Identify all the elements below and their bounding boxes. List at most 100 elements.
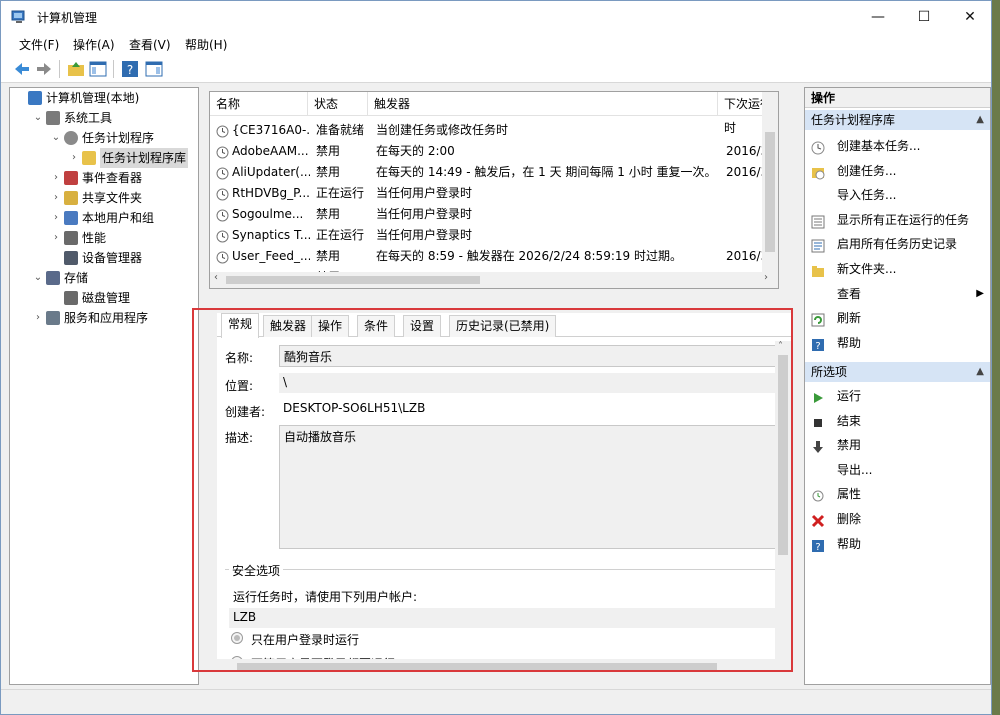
tree-item-label: 存储	[64, 271, 89, 285]
expanded-arrow-icon[interactable]: ⌄	[32, 108, 44, 128]
collapse-arrow-icon[interactable]: ▲	[976, 110, 984, 130]
action-item[interactable]: 创建任务...	[805, 159, 990, 183]
task-row[interactable]: {CE3716A0-... 准备就绪 当创建任务或修改任务时	[210, 120, 776, 141]
action-item-label: 属性	[837, 487, 862, 502]
tab-history[interactable]: 历史记录(已禁用)	[449, 315, 557, 337]
section-selected-item[interactable]: 所选项 ▲	[805, 362, 990, 382]
collapsed-arrow-icon[interactable]: ›	[50, 228, 62, 248]
action-item[interactable]: 创建基本任务...	[805, 134, 990, 158]
help-icon[interactable]: ?	[121, 60, 139, 78]
location-field[interactable]: \	[279, 373, 777, 393]
task-status-cell: 禁用	[316, 249, 341, 263]
task-row[interactable]: Sogoulme... 禁用 当任何用户登录时	[210, 204, 776, 225]
collapsed-arrow-icon[interactable]: ›	[32, 308, 44, 328]
menu-help[interactable]: 帮助(H)	[185, 36, 227, 53]
task-list-vertical-scrollbar[interactable]	[762, 92, 778, 272]
collapsed-arrow-icon[interactable]: ›	[50, 208, 62, 228]
task-row[interactable]: Synaptics T... 正在运行 当任何用户登录时	[210, 225, 776, 246]
radio-logged-on-only[interactable]	[231, 632, 243, 644]
tree-item[interactable]: › 事件查看器	[50, 168, 194, 188]
tree-item[interactable]: › 本地用户和组	[50, 208, 194, 228]
back-arrow-icon[interactable]	[13, 60, 31, 78]
svg-text:?: ?	[127, 63, 133, 77]
tree-item[interactable]: ⌄ 系统工具	[32, 108, 194, 128]
section-task-scheduler-library[interactable]: 任务计划程序库 ▲	[805, 110, 990, 130]
action-item[interactable]: 导出...	[805, 458, 990, 482]
task-row[interactable]: User_Feed_... 禁用 在每天的 8:59 - 触发器在 2026/2/2…	[210, 246, 776, 267]
expanded-arrow-icon[interactable]: ⌄	[50, 128, 62, 148]
minimize-button[interactable]: —	[855, 1, 901, 33]
tree-item[interactable]: 计算机管理(本地)	[14, 88, 194, 108]
action-item[interactable]: 属性	[805, 482, 990, 506]
stop-icon	[811, 414, 825, 428]
scrollbar-thumb[interactable]	[226, 276, 480, 284]
action-item[interactable]: 导入任务...	[805, 183, 990, 207]
collapsed-arrow-icon[interactable]: ›	[50, 188, 62, 208]
action-item[interactable]: ? 帮助	[805, 331, 990, 355]
up-folder-icon[interactable]	[67, 60, 85, 78]
action-item[interactable]: 结束	[805, 409, 990, 433]
forward-arrow-icon[interactable]	[35, 60, 53, 78]
tab-actions[interactable]: 操作	[311, 315, 350, 337]
scrollbar-thumb[interactable]	[765, 132, 775, 252]
column-header-status[interactable]: 状态	[308, 92, 368, 116]
detail-horizontal-scrollbar[interactable]	[217, 659, 792, 675]
task-row[interactable]: AliUpdater(... 禁用 在每天的 14:49 - 触发后，在 1 天 期…	[210, 162, 776, 183]
action-item-label: 导出...	[837, 462, 873, 477]
action-item-label: 创建基本任务...	[837, 139, 921, 153]
tree-item[interactable]: ⌄ 存储	[32, 268, 194, 288]
action-item[interactable]: 运行	[805, 384, 990, 408]
action-item[interactable]: 查看 ▶	[805, 282, 990, 306]
action-item[interactable]: ? 帮助	[805, 532, 990, 556]
detail-vertical-scrollbar[interactable]: ˄	[775, 341, 791, 671]
tree-item[interactable]: 设备管理器	[50, 248, 194, 268]
running-tasks-icon	[811, 213, 825, 229]
action-item[interactable]: 删除	[805, 507, 990, 531]
tree-item[interactable]: › 任务计划程序库	[68, 148, 194, 168]
scroll-right-arrow-icon[interactable]: ›	[764, 272, 768, 283]
tree-item[interactable]: › 共享文件夹	[50, 188, 194, 208]
task-row[interactable]: AdobeAAM... 禁用 在每天的 2:00 2016/3/2	[210, 141, 776, 162]
run-as-user-field[interactable]: LZB	[229, 608, 777, 628]
tree-item[interactable]: › 性能	[50, 228, 194, 248]
scroll-up-arrow-icon[interactable]: ˄	[778, 341, 783, 352]
tree-item-label: 计算机管理(本地)	[46, 91, 140, 105]
maximize-button[interactable]: ☐	[901, 1, 947, 33]
menu-file[interactable]: 文件(F)	[19, 36, 59, 53]
expanded-arrow-icon[interactable]: ⌄	[32, 268, 44, 288]
tab-settings[interactable]: 设置	[403, 315, 442, 337]
show-hide-console-tree-icon[interactable]	[89, 60, 107, 78]
show-hide-action-pane-icon[interactable]	[145, 60, 163, 78]
tree-item[interactable]: › 服务和应用程序	[32, 308, 194, 328]
actions-pane: 操作 任务计划程序库 ▲ 创建基本任务... 创建任务... 导入任务... 显示所有…	[804, 87, 991, 685]
tab-general[interactable]: 常规	[221, 313, 260, 338]
tree-item[interactable]: ⌄ 任务计划程序	[50, 128, 194, 148]
collapse-arrow-icon[interactable]: ▲	[976, 362, 984, 382]
tab-conditions[interactable]: 条件	[357, 315, 396, 337]
name-field[interactable]: 酷狗音乐	[279, 345, 777, 367]
action-item[interactable]: 刷新	[805, 306, 990, 330]
action-item[interactable]: 新文件夹...	[805, 257, 990, 281]
action-item-label: 导入任务...	[837, 188, 897, 203]
tab-triggers[interactable]: 触发器	[263, 315, 314, 337]
action-item[interactable]: 禁用	[805, 433, 990, 457]
close-button[interactable]: ✕	[947, 1, 993, 33]
watermark-brand: Bai 经验	[878, 626, 986, 656]
task-name-cell: Synaptics T...	[232, 228, 310, 242]
author-field[interactable]: DESKTOP-SO6LH51\LZB	[279, 399, 777, 419]
menu-action[interactable]: 操作(A)	[73, 36, 115, 53]
tree-item[interactable]: 磁盘管理	[50, 288, 194, 308]
action-item[interactable]: 启用所有任务历史记录	[805, 232, 990, 256]
scrollbar-thumb[interactable]	[778, 355, 788, 555]
scroll-left-arrow-icon[interactable]: ‹	[214, 272, 218, 283]
collapsed-arrow-icon[interactable]: ›	[68, 148, 80, 168]
task-list-horizontal-scrollbar[interactable]: ‹ ›	[210, 272, 778, 288]
column-header-name[interactable]: 名称	[210, 92, 308, 116]
description-field[interactable]: 自动播放音乐	[279, 425, 777, 549]
collapsed-arrow-icon[interactable]: ›	[50, 168, 62, 188]
column-header-trigger[interactable]: 触发器	[368, 92, 718, 116]
task-row[interactable]: RtHDVBg_P... 正在运行 当任何用户登录时	[210, 183, 776, 204]
scrollbar-thumb[interactable]	[237, 663, 717, 671]
menu-view[interactable]: 查看(V)	[129, 36, 171, 53]
action-item[interactable]: 显示所有正在运行的任务	[805, 208, 990, 232]
